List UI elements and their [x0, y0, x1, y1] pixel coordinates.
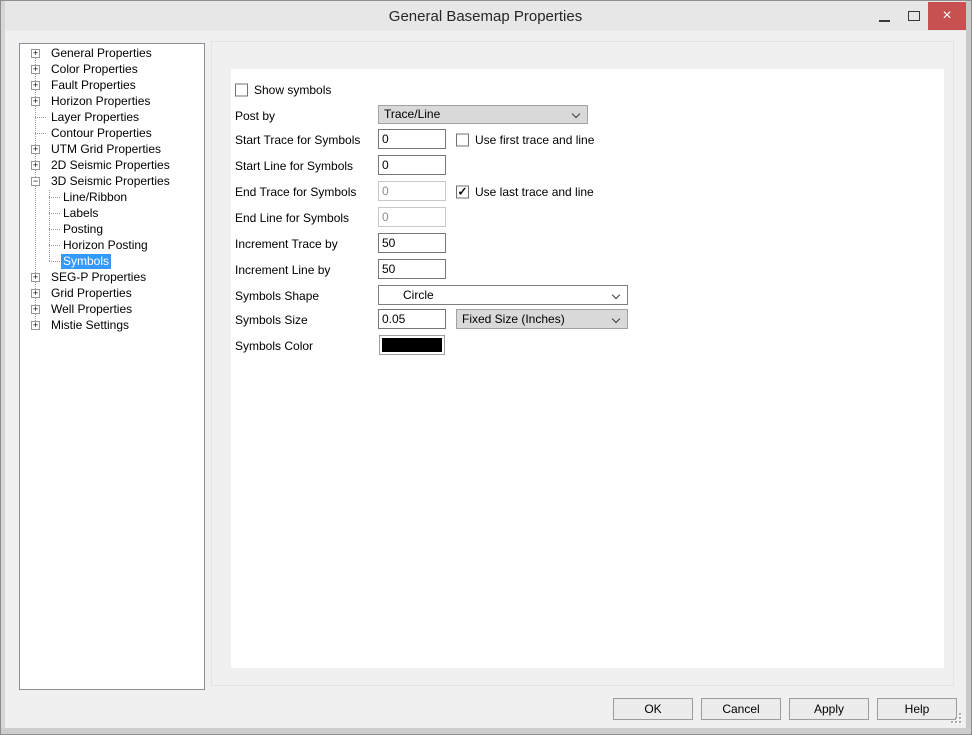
- symbols-form: Show symbols Post by Trace/Line Start Tr…: [231, 69, 944, 668]
- increment-trace-input[interactable]: [378, 233, 446, 253]
- end-line-row: End Line for Symbols: [231, 207, 944, 229]
- symbols-color-swatch[interactable]: [379, 335, 445, 355]
- end-line-label: End Line for Symbols: [235, 211, 349, 225]
- tree-item-utm-grid-properties[interactable]: +UTM Grid Properties: [20, 142, 204, 158]
- expand-icon[interactable]: +: [31, 305, 40, 314]
- expand-icon[interactable]: +: [31, 97, 40, 106]
- post-by-dropdown[interactable]: Trace/Line: [378, 105, 588, 124]
- dialog-window: General Basemap Properties × +General Pr…: [0, 0, 972, 735]
- expand-icon[interactable]: +: [31, 49, 40, 58]
- end-trace-row: End Trace for Symbols ✓ Use last trace a…: [231, 181, 944, 203]
- use-first-label: Use first trace and line: [475, 133, 594, 147]
- expand-icon[interactable]: +: [31, 321, 40, 330]
- maximize-icon: [908, 11, 920, 21]
- color-fill: [382, 338, 442, 352]
- symbols-size-units-dropdown[interactable]: Fixed Size (Inches): [456, 309, 628, 329]
- tree-rows: +General Properties +Color Properties +F…: [20, 46, 204, 334]
- close-button[interactable]: ×: [928, 2, 966, 30]
- window-controls: ×: [870, 2, 966, 30]
- chevron-down-icon: [572, 110, 580, 118]
- minimize-icon: [879, 20, 890, 22]
- chevron-down-icon: [612, 315, 620, 323]
- tree-item-line-ribbon[interactable]: Line/Ribbon: [20, 190, 204, 206]
- tree-item-horizon-posting[interactable]: Horizon Posting: [20, 238, 204, 254]
- window-frame-right: [966, 1, 971, 734]
- show-symbols-label: Show symbols: [254, 83, 331, 97]
- increment-line-label: Increment Line by: [235, 263, 330, 277]
- window-frame-bottom: [1, 728, 971, 734]
- tree-item-labels[interactable]: Labels: [20, 206, 204, 222]
- close-icon: ×: [942, 3, 951, 29]
- start-trace-row: Start Trace for Symbols Use first trace …: [231, 129, 944, 151]
- window-frame-left: [1, 1, 5, 734]
- symbols-shape-dropdown[interactable]: Circle: [378, 285, 628, 305]
- maximize-button[interactable]: [899, 2, 928, 30]
- increment-trace-label: Increment Trace by: [235, 237, 338, 251]
- show-symbols-checkbox[interactable]: [235, 84, 248, 97]
- window-title: General Basemap Properties: [5, 8, 966, 25]
- symbols-color-row: Symbols Color: [231, 335, 944, 357]
- start-trace-label: Start Trace for Symbols: [235, 133, 360, 147]
- symbols-size-row: Symbols Size Fixed Size (Inches): [231, 309, 944, 331]
- chevron-down-icon: [612, 291, 620, 299]
- post-by-row: Post by Trace/Line: [231, 105, 944, 127]
- symbols-shape-label: Symbols Shape: [235, 289, 319, 303]
- tree-item-layer-properties[interactable]: Layer Properties: [20, 110, 204, 126]
- use-first-checkbox[interactable]: [456, 134, 469, 147]
- expand-icon[interactable]: +: [31, 145, 40, 154]
- increment-line-input[interactable]: [378, 259, 446, 279]
- tree-item-grid-properties[interactable]: +Grid Properties: [20, 286, 204, 302]
- tree-item-general-properties[interactable]: +General Properties: [20, 46, 204, 62]
- start-trace-input[interactable]: [378, 129, 446, 149]
- cancel-button[interactable]: Cancel: [701, 698, 781, 720]
- minimize-button[interactable]: [870, 2, 899, 30]
- symbols-shape-row: Symbols Shape Circle: [231, 285, 944, 307]
- tree-item-horizon-properties[interactable]: +Horizon Properties: [20, 94, 204, 110]
- show-symbols-row: Show symbols: [231, 79, 944, 101]
- start-line-label: Start Line for Symbols: [235, 159, 353, 173]
- tree-item-fault-properties[interactable]: +Fault Properties: [20, 78, 204, 94]
- tree-item-2d-seismic-properties[interactable]: +2D Seismic Properties: [20, 158, 204, 174]
- expand-icon[interactable]: +: [31, 81, 40, 90]
- expand-icon[interactable]: +: [31, 273, 40, 282]
- end-line-input: [378, 207, 446, 227]
- apply-button[interactable]: Apply: [789, 698, 869, 720]
- tree-item-color-properties[interactable]: +Color Properties: [20, 62, 204, 78]
- start-line-row: Start Line for Symbols: [231, 155, 944, 177]
- expand-icon[interactable]: +: [31, 161, 40, 170]
- tree-item-well-properties[interactable]: +Well Properties: [20, 302, 204, 318]
- symbols-size-label: Symbols Size: [235, 313, 308, 327]
- use-last-checkbox[interactable]: ✓: [456, 186, 469, 199]
- tree-item-contour-properties[interactable]: Contour Properties: [20, 126, 204, 142]
- help-button[interactable]: Help: [877, 698, 957, 720]
- properties-tree: +General Properties +Color Properties +F…: [19, 43, 205, 690]
- tree-item-posting[interactable]: Posting: [20, 222, 204, 238]
- expand-icon[interactable]: +: [31, 65, 40, 74]
- collapse-icon[interactable]: −: [31, 177, 40, 186]
- symbols-color-label: Symbols Color: [235, 339, 313, 353]
- increment-trace-row: Increment Trace by: [231, 233, 944, 255]
- tree-item-symbols[interactable]: Symbols: [20, 254, 204, 270]
- end-trace-input: [378, 181, 446, 201]
- symbols-size-input[interactable]: [378, 309, 446, 329]
- post-by-label: Post by: [235, 109, 275, 123]
- tree-item-mistie-settings[interactable]: +Mistie Settings: [20, 318, 204, 334]
- expand-icon[interactable]: +: [31, 289, 40, 298]
- use-last-label: Use last trace and line: [475, 185, 594, 199]
- start-line-input[interactable]: [378, 155, 446, 175]
- title-bar[interactable]: General Basemap Properties ×: [5, 1, 966, 31]
- increment-line-row: Increment Line by: [231, 259, 944, 281]
- tree-item-seg-p-properties[interactable]: +SEG-P Properties: [20, 270, 204, 286]
- end-trace-label: End Trace for Symbols: [235, 185, 356, 199]
- tree-item-3d-seismic-properties[interactable]: −3D Seismic Properties: [20, 174, 204, 190]
- ok-button[interactable]: OK: [613, 698, 693, 720]
- resize-grip-icon[interactable]: [951, 713, 963, 725]
